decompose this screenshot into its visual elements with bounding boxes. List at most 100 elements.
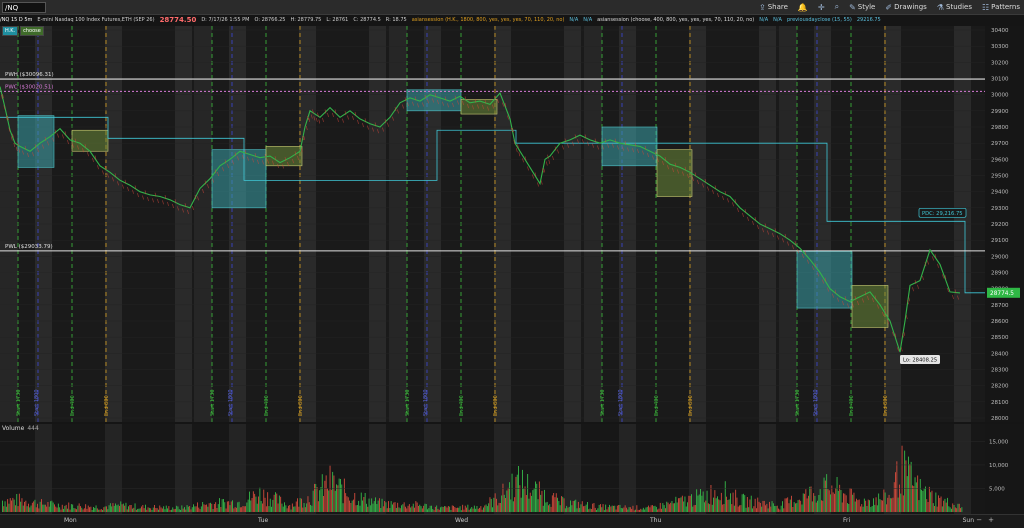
volume-bar xyxy=(499,503,501,512)
volume-bar xyxy=(774,506,776,512)
volume-bar xyxy=(603,510,605,512)
volume-bar xyxy=(746,497,748,512)
volume-bar xyxy=(372,503,374,512)
volume-bar xyxy=(523,488,525,512)
volume-bar xyxy=(692,506,694,512)
volume-bar xyxy=(11,500,12,512)
volume-tick-label: 10,000 xyxy=(989,463,1009,469)
volume-bar xyxy=(827,489,829,512)
volume-bar xyxy=(106,506,107,512)
volume-bar xyxy=(67,508,68,512)
volume-bar xyxy=(25,500,27,512)
volume-bar xyxy=(151,510,153,512)
volume-bar xyxy=(207,506,209,512)
volume-bar xyxy=(775,506,777,512)
volume-bar xyxy=(373,501,375,512)
study-previousdayclose[interactable]: previousdayclose (15, 55) xyxy=(787,17,852,23)
volume-bar xyxy=(37,503,38,512)
share-button[interactable]: ⇪ Share xyxy=(759,3,788,12)
drawings-button[interactable]: ✐ Drawings xyxy=(885,3,926,12)
volume-bar xyxy=(46,506,48,512)
volume-bar xyxy=(593,503,595,512)
alert-button[interactable]: 🔔 xyxy=(798,3,808,12)
volume-bar xyxy=(934,506,935,512)
volume-bar xyxy=(263,489,265,512)
volume-bar xyxy=(236,507,237,512)
volume-bar xyxy=(137,508,139,512)
volume-bar xyxy=(479,507,480,512)
volume-bar xyxy=(219,498,220,512)
session-label: Start 1730 xyxy=(210,389,216,416)
volume-bar xyxy=(260,501,262,512)
volume-session-band xyxy=(954,424,971,514)
volume-bar xyxy=(666,501,668,512)
volume-bar xyxy=(801,504,803,512)
volume-bar xyxy=(410,507,412,512)
volume-bar xyxy=(938,495,939,512)
volume-bar xyxy=(109,503,111,512)
volume-bar xyxy=(232,500,233,512)
price-tick-label: 28300 xyxy=(991,368,1009,374)
volume-bar xyxy=(254,493,256,512)
volume-label: Volume 444 xyxy=(2,425,39,432)
volume-bar xyxy=(281,503,283,512)
zoom-out-button[interactable]: − xyxy=(976,516,982,524)
study-asiansession-hk[interactable]: asiansession (H.K., 1800, 800, yes, yes,… xyxy=(412,17,565,23)
study-asiansession-choose[interactable]: asiansession (choose, 400, 800, yes, yes… xyxy=(597,17,754,23)
volume-bar xyxy=(540,494,542,512)
volume-bar xyxy=(397,502,399,512)
volume-bar xyxy=(473,505,475,512)
volume-bar xyxy=(585,504,587,512)
volume-bar xyxy=(320,487,322,512)
volume-bar xyxy=(921,489,922,512)
volume-bar xyxy=(752,508,753,512)
volume-bar xyxy=(81,507,83,512)
session-label: End 800 xyxy=(883,395,889,416)
volume-bar xyxy=(492,507,493,512)
volume-bar xyxy=(347,497,349,512)
zoom-chart-button[interactable]: ⌕ xyxy=(835,2,839,12)
volume-bar xyxy=(558,501,560,512)
volume-session-band xyxy=(654,424,671,514)
volume-bar xyxy=(623,507,625,512)
volume-session-band xyxy=(35,424,52,514)
price-tick-label: 29900 xyxy=(991,109,1009,115)
volume-bar xyxy=(802,493,804,512)
volume-bar xyxy=(116,505,118,512)
volume-bar xyxy=(173,509,175,512)
volume-bar xyxy=(892,497,894,512)
volume-bar xyxy=(330,489,332,512)
volume-bar xyxy=(3,506,5,512)
volume-bar xyxy=(865,500,867,512)
crosshair-button[interactable]: ✛ xyxy=(818,3,825,12)
volume-bar xyxy=(415,501,417,512)
volume-bar xyxy=(567,507,569,512)
volume-bar xyxy=(879,499,881,512)
volume-chart[interactable]: 5,000 10,000 15,000 xyxy=(0,424,1024,514)
volume-bar xyxy=(204,504,206,512)
volume-bar xyxy=(268,506,270,512)
volume-bar xyxy=(278,495,280,512)
style-button[interactable]: ✎ Style xyxy=(849,3,875,12)
volume-bar xyxy=(579,507,581,512)
studies-button[interactable]: ⚗ Studies xyxy=(937,3,972,12)
volume-bar xyxy=(519,485,521,512)
study-label-choose[interactable]: choose xyxy=(20,26,44,36)
price-chart[interactable]: Start 1730 Start 1800 End 400 End 800 Start … xyxy=(0,26,1024,422)
symbol-input[interactable]: /NQ xyxy=(2,1,46,13)
study-label-hk[interactable]: H.K. xyxy=(2,26,19,36)
volume-bar xyxy=(863,498,865,512)
volume-bar xyxy=(297,498,298,512)
session-value-box xyxy=(71,129,109,152)
patterns-button[interactable]: ☷ Patterns xyxy=(982,3,1020,12)
volume-bar xyxy=(574,500,575,512)
volume-bar xyxy=(394,502,396,512)
volume-bar xyxy=(658,508,660,512)
volume-bar xyxy=(745,507,747,512)
volume-bar xyxy=(96,508,98,512)
volume-bar xyxy=(948,506,950,512)
volume-bar xyxy=(953,505,955,512)
volume-bar xyxy=(602,504,604,512)
volume-bar xyxy=(675,496,677,512)
zoom-in-button[interactable]: + xyxy=(988,516,994,524)
